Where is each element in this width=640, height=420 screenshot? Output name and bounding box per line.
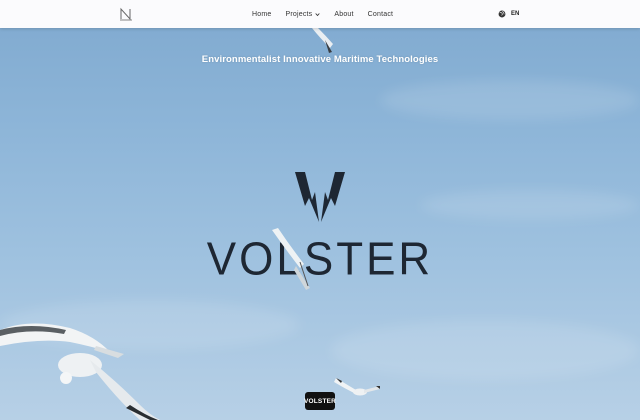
seagull-top xyxy=(312,28,333,53)
cloud-streak xyxy=(380,80,640,120)
hero-page: Home Projects About Contact EN Environme… xyxy=(0,0,640,420)
cloud-streak xyxy=(420,190,640,220)
volster-badge-button[interactable]: VOLSTER xyxy=(304,392,336,410)
cloud-streak xyxy=(0,300,300,350)
language-label: EN xyxy=(511,11,520,17)
cloud-streak xyxy=(330,320,640,380)
language-selector[interactable]: EN xyxy=(498,8,519,20)
nav-link-about[interactable]: About xyxy=(334,11,353,18)
nav-link-home[interactable]: Home xyxy=(252,11,271,18)
nav-links: Home Projects About Contact xyxy=(252,0,393,28)
brand-wordmark: VOLSTER xyxy=(206,233,434,286)
chevron-down-icon xyxy=(315,12,321,16)
nav-link-projects-label: Projects xyxy=(285,10,313,18)
hero-tagline: Environmentalist Innovative Maritime Tec… xyxy=(201,54,439,65)
nav-link-projects[interactable]: Projects xyxy=(285,10,321,18)
seagull-small xyxy=(334,378,380,396)
lightning-bolts-icon xyxy=(295,172,345,222)
top-navbar: Home Projects About Contact EN xyxy=(0,0,640,28)
n-logo-icon[interactable] xyxy=(119,7,133,21)
globe-icon xyxy=(498,10,506,18)
nav-link-contact[interactable]: Contact xyxy=(368,11,394,18)
